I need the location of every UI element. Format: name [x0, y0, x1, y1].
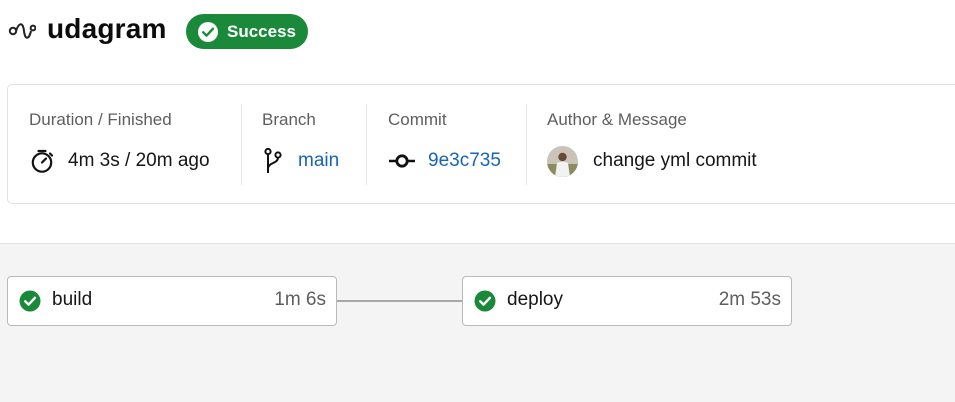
duration-value: 4m 3s / 20m ago: [68, 150, 210, 171]
pipeline-icon: [8, 23, 36, 39]
commit-message[interactable]: change yml commit: [593, 150, 757, 172]
job-duration: 2m 53s: [718, 289, 781, 310]
duration-value-row: 4m 3s / 20m ago: [29, 147, 210, 175]
run-summary-card: Duration / Finished 4m 3s / 20m ago Bran…: [7, 84, 955, 204]
branch-link[interactable]: main: [298, 150, 339, 172]
job-card-build[interactable]: build 1m 6s: [7, 276, 337, 326]
divider: [366, 105, 367, 185]
pipeline-graph: build 1m 6s deploy 2m 53s: [0, 243, 955, 402]
commit-icon: [389, 154, 415, 168]
author-value-row: change yml commit: [547, 145, 757, 177]
job-connector: [337, 300, 463, 302]
status-label: Success: [227, 21, 296, 41]
job-name: build: [52, 289, 93, 310]
check-circle-icon: [19, 290, 41, 312]
duration-label: Duration / Finished: [29, 110, 172, 129]
commit-label: Commit: [388, 110, 447, 129]
job-duration: 1m 6s: [274, 289, 326, 310]
commit-link[interactable]: 9e3c735: [428, 150, 501, 172]
branch-value-row: main: [262, 147, 339, 175]
divider: [241, 105, 242, 185]
job-name: deploy: [507, 289, 563, 310]
pipeline-header: udagram Success: [0, 0, 955, 64]
branch-label: Branch: [262, 110, 316, 129]
job-card-deploy[interactable]: deploy 2m 53s: [462, 276, 792, 326]
page-title: udagram: [47, 13, 167, 44]
status-badge: Success: [186, 14, 308, 49]
check-circle-icon: [198, 21, 218, 42]
author-label: Author & Message: [547, 110, 687, 129]
stopwatch-icon: [31, 149, 54, 173]
avatar[interactable]: [547, 145, 578, 177]
branch-icon: [264, 147, 282, 173]
divider: [526, 105, 527, 185]
check-circle-icon: [474, 290, 496, 312]
commit-value-row: 9e3c735: [388, 147, 501, 175]
